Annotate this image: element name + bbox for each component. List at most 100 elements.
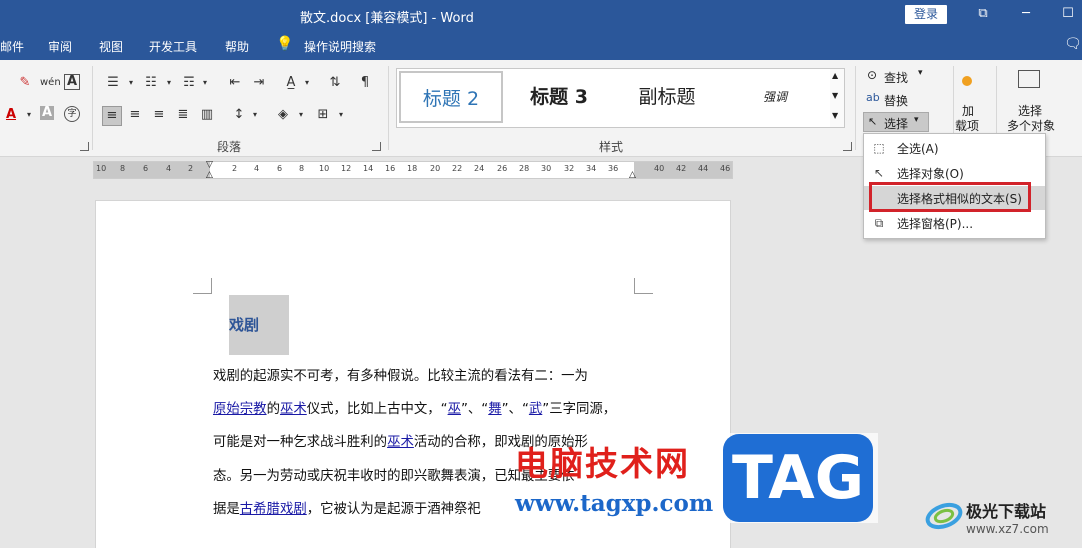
link-witchcraft-2[interactable]: 巫术 xyxy=(387,435,414,450)
find-icon: ⊙ xyxy=(867,68,878,82)
multilevel-dropdown-icon[interactable]: ▾ xyxy=(196,74,214,92)
font-color-icon[interactable]: A xyxy=(2,106,20,124)
ruler-number: 30 xyxy=(541,164,552,173)
distributed-icon[interactable]: ▥ xyxy=(198,106,216,124)
link-greek-drama[interactable]: 古希腊戏剧 xyxy=(240,502,307,517)
watermark-site-name: 电脑技术网 xyxy=(515,444,690,483)
lightbulb-icon: 💡 xyxy=(276,36,294,52)
menu-item-select-all[interactable]: ⬚ 全选(A) xyxy=(864,136,1045,160)
styles-up-icon[interactable]: ▲ xyxy=(832,71,838,80)
right-indent-marker[interactable]: △ xyxy=(629,170,636,180)
ribbon-display-icon[interactable]: ⧉ xyxy=(975,6,991,22)
crop-mark-top-left xyxy=(193,278,212,294)
chinese-layout-dropdown-icon[interactable]: ▾ xyxy=(298,74,316,92)
font-launcher-icon[interactable] xyxy=(80,142,89,151)
document-heading[interactable]: 戏剧 xyxy=(229,295,289,355)
ruler-number: 2 xyxy=(188,164,194,173)
horizontal-ruler[interactable]: 10 8 6 4 2 2 4 6 8 10 12 14 16 18 20 22 … xyxy=(93,160,733,180)
link-wu[interactable]: 巫 xyxy=(448,402,461,417)
selection-pane-icon: ⧉ xyxy=(874,216,884,230)
styles-group-label: 样式 xyxy=(599,140,624,154)
enclose-characters-icon[interactable]: 字 xyxy=(64,106,80,122)
borders-icon[interactable]: ⊞ xyxy=(314,106,332,124)
style-subtitle[interactable]: 副标题 xyxy=(615,71,719,123)
paragraph-line[interactable]: 原始宗教的巫术仪式，比如上古中文，“巫”、“舞”、“武”三字同源， xyxy=(213,397,616,417)
select-button-label: 选择 xyxy=(884,117,909,131)
align-center-icon[interactable]: ≡ xyxy=(126,106,144,124)
ruler-number: 22 xyxy=(452,164,463,173)
first-line-indent-marker[interactable]: ▽ xyxy=(206,160,213,170)
addin-icon[interactable] xyxy=(962,76,972,86)
menu-item-label: 选择窗格(P)... xyxy=(897,217,974,231)
tab-review[interactable]: 审阅 xyxy=(48,38,72,55)
font-color-dropdown-icon[interactable]: ▾ xyxy=(20,106,38,124)
numbering-dropdown-icon[interactable]: ▾ xyxy=(160,74,178,92)
styles-launcher-icon[interactable] xyxy=(843,142,852,151)
paragraph-line[interactable]: 据是古希腊戏剧，它被认为是起源于酒神祭祀 xyxy=(213,497,481,517)
justify-icon[interactable]: ≣ xyxy=(174,106,192,124)
ruler-number: 42 xyxy=(676,164,687,173)
align-left-icon[interactable]: ≡ xyxy=(102,106,122,126)
character-border-icon[interactable]: A xyxy=(64,74,80,90)
character-shading-icon[interactable]: A xyxy=(40,106,54,120)
select-multiple-label-2[interactable]: 多个对象 xyxy=(1007,117,1055,134)
ruler-number: 40 xyxy=(654,164,665,173)
tab-view[interactable]: 视图 xyxy=(99,38,123,55)
borders-dropdown-icon[interactable]: ▾ xyxy=(332,106,350,124)
text-run: ”三字同源， xyxy=(542,402,617,417)
replace-button[interactable]: 替换 xyxy=(884,92,908,109)
paragraph-launcher-icon[interactable] xyxy=(372,142,381,151)
tell-me-search[interactable]: 操作说明搜索 xyxy=(304,38,376,55)
watermark-site-url: www.tagxp.com xyxy=(515,490,714,517)
styles-gallery: 标题 2 标题 3 副标题 强调 xyxy=(396,68,832,128)
crop-mark-top-right xyxy=(634,278,653,294)
text-run: 可能是对一种乞求战斗胜利的 xyxy=(213,435,388,450)
paragraph-line[interactable]: 戏剧的起源实不可考，有多种假说。比较主流的看法有二：一为 xyxy=(213,364,588,384)
select-multiple-icon[interactable] xyxy=(1018,70,1040,88)
ruler-number: 6 xyxy=(143,164,149,173)
numbering-icon[interactable]: ☷ xyxy=(142,74,160,92)
line-spacing-dropdown-icon[interactable]: ▾ xyxy=(246,106,264,124)
highlight-annotation-box xyxy=(869,182,1031,212)
sort-icon[interactable]: ⇅ xyxy=(326,74,344,92)
menu-bar: 邮件 审阅 视图 开发工具 帮助 💡 操作说明搜索 🗨 xyxy=(0,30,1082,60)
addin-label-2[interactable]: 载项 xyxy=(955,117,979,134)
styles-down-icon[interactable]: ▼ xyxy=(832,91,838,100)
minimize-icon[interactable]: ─ xyxy=(1018,6,1034,22)
link-dance[interactable]: 舞 xyxy=(488,402,501,417)
bullets-icon[interactable]: ☰ xyxy=(104,74,122,92)
tab-help[interactable]: 帮助 xyxy=(225,38,249,55)
find-button[interactable]: 查找 xyxy=(884,69,908,86)
find-dropdown-icon[interactable]: ▾ xyxy=(918,68,923,78)
show-marks-icon[interactable]: ¶ xyxy=(356,74,374,92)
ruler-number: 8 xyxy=(299,164,305,173)
phonetic-guide-icon[interactable]: wén xyxy=(40,74,61,92)
maximize-icon[interactable]: ☐ xyxy=(1060,6,1076,22)
login-button[interactable]: 登录 xyxy=(905,5,947,24)
style-heading-2[interactable]: 标题 2 xyxy=(399,71,503,123)
link-witchcraft[interactable]: 巫术 xyxy=(280,402,307,417)
ruler-number: 6 xyxy=(277,164,283,173)
styles-more-icon[interactable]: ▼ xyxy=(832,111,838,120)
ruler-number: 44 xyxy=(698,164,709,173)
clear-format-icon[interactable]: ✎ xyxy=(16,74,34,92)
style-emphasis[interactable]: 强调 xyxy=(725,71,825,123)
link-primitive-religion[interactable]: 原始宗教 xyxy=(213,402,267,417)
hanging-indent-marker[interactable]: △ xyxy=(206,170,213,180)
menu-item-selection-pane[interactable]: ⧉ 选择窗格(P)... xyxy=(864,211,1045,235)
shading-icon[interactable]: ◈ xyxy=(274,106,292,124)
watermark-brand: 极光下载站 xyxy=(966,502,1047,521)
style-heading-3[interactable]: 标题 3 xyxy=(509,71,609,123)
increase-indent-icon[interactable]: ⇥ xyxy=(250,74,268,92)
comment-icon[interactable]: 🗨 xyxy=(1064,36,1082,52)
text-run: 的 xyxy=(266,402,280,417)
styles-scroll[interactable]: ▲ ▼ ▼ xyxy=(830,68,845,128)
bullets-dropdown-icon[interactable]: ▾ xyxy=(122,74,140,92)
link-martial[interactable]: 武 xyxy=(529,402,542,417)
align-right-icon[interactable]: ≡ xyxy=(150,106,168,124)
shading-dropdown-icon[interactable]: ▾ xyxy=(292,106,310,124)
decrease-indent-icon[interactable]: ⇤ xyxy=(226,74,244,92)
tab-mailings[interactable]: 邮件 xyxy=(0,38,24,55)
tab-developer[interactable]: 开发工具 xyxy=(149,38,197,55)
select-button[interactable]: ↖ 选择 ▾ xyxy=(863,112,929,132)
